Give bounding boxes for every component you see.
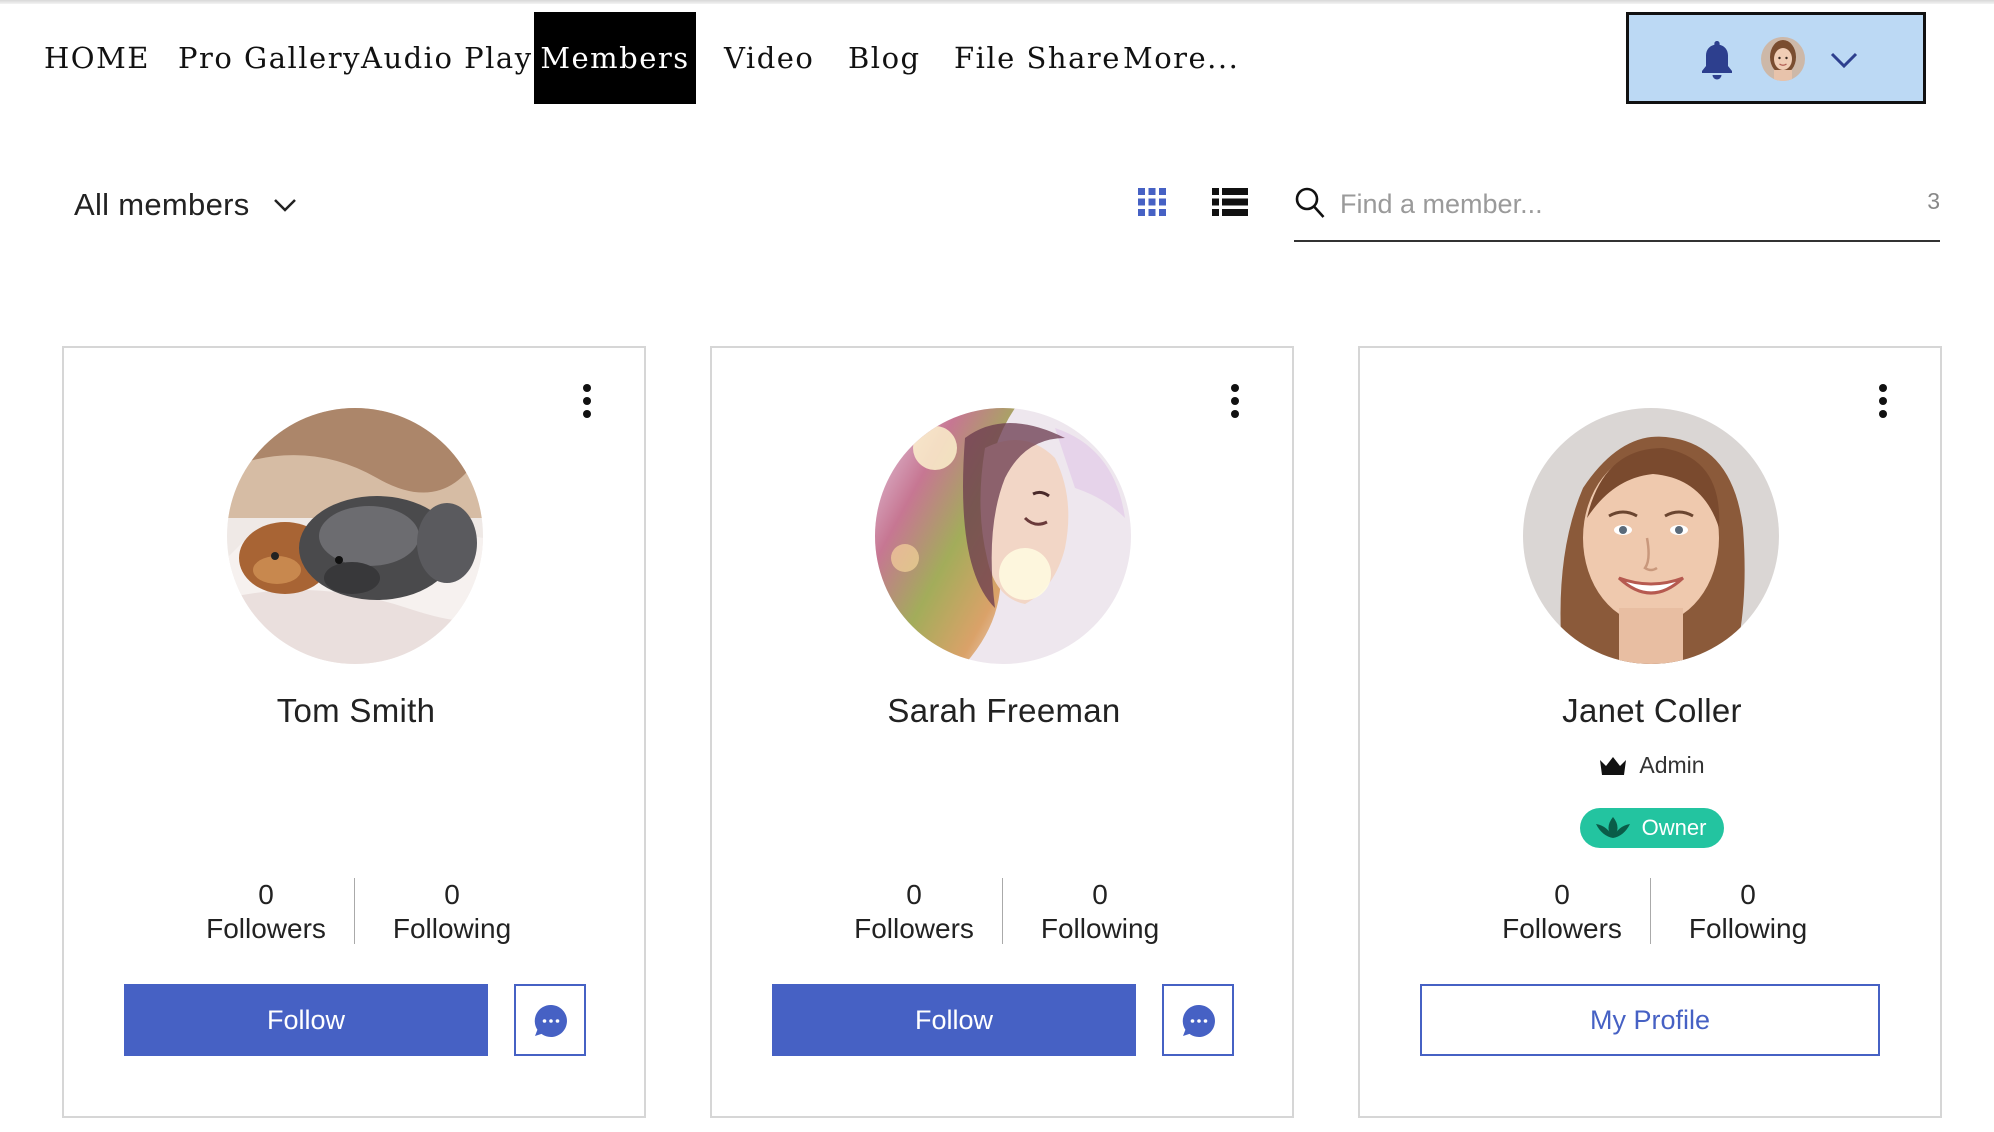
- filter-label: All members: [74, 187, 250, 222]
- followers-stat[interactable]: 0 Followers: [1472, 878, 1652, 946]
- search-input[interactable]: [1340, 180, 1880, 228]
- following-count: 0: [1092, 879, 1108, 910]
- owner-badge: Owner: [1579, 808, 1725, 848]
- search-icon: [1295, 187, 1325, 218]
- my-profile-button[interactable]: My Profile: [1420, 984, 1880, 1056]
- followers-count: 0: [906, 879, 922, 910]
- top-shadow-line: [0, 0, 1994, 4]
- more-options-icon[interactable]: [580, 384, 594, 420]
- followers-stat[interactable]: 0 Followers: [176, 878, 356, 946]
- followers-stat[interactable]: 0 Followers: [824, 878, 1004, 946]
- member-name[interactable]: Tom Smith: [64, 692, 648, 730]
- member-stats: 0 Followers 0 Following: [64, 878, 648, 948]
- stats-divider: [1002, 878, 1003, 944]
- follow-button[interactable]: Follow: [772, 984, 1136, 1056]
- member-count: 3: [1927, 188, 1940, 214]
- members-filter-dropdown[interactable]: All members: [74, 180, 300, 230]
- member-search: 3: [1294, 178, 1940, 242]
- account-menu[interactable]: [1626, 12, 1926, 104]
- followers-label: Followers: [854, 913, 974, 944]
- following-stat[interactable]: 0 Following: [1010, 878, 1190, 946]
- member-stats: 0 Followers 0 Following: [1360, 878, 1944, 948]
- user-avatar[interactable]: [1761, 37, 1805, 81]
- following-label: Following: [1688, 913, 1808, 944]
- bell-icon[interactable]: [1699, 39, 1735, 81]
- member-name[interactable]: Janet Coller: [1360, 692, 1944, 730]
- role-label: Admin: [1639, 752, 1705, 778]
- followers-count: 0: [1554, 879, 1570, 910]
- member-name[interactable]: Sarah Freeman: [712, 692, 1296, 730]
- chat-icon: [534, 1004, 567, 1037]
- member-photo[interactable]: [1523, 408, 1779, 664]
- nav-item-members[interactable]: Members: [534, 12, 696, 104]
- following-label: Following: [392, 913, 512, 944]
- member-photo[interactable]: [227, 408, 483, 664]
- chevron-down-icon: [273, 199, 296, 212]
- member-photo[interactable]: [875, 408, 1131, 664]
- chat-icon: [1182, 1004, 1215, 1037]
- nav-item-pro-gallery[interactable]: Pro Gallery: [178, 12, 361, 104]
- follow-button[interactable]: Follow: [124, 984, 488, 1056]
- member-card: Tom Smith 0 Followers 0 Following Follow: [62, 346, 646, 1118]
- badge-wrap: Owner: [1360, 808, 1944, 848]
- nav-item-home[interactable]: HOME: [44, 12, 150, 104]
- following-count: 0: [1740, 879, 1756, 910]
- followers-label: Followers: [1502, 913, 1622, 944]
- followers-label: Followers: [206, 913, 326, 944]
- following-label: Following: [1040, 913, 1160, 944]
- nav-item-video[interactable]: Video: [724, 12, 814, 104]
- leaf-icon: [1595, 817, 1630, 838]
- grid-view-icon[interactable]: [1136, 186, 1168, 218]
- more-options-icon[interactable]: [1876, 384, 1890, 420]
- chevron-down-icon[interactable]: [1827, 43, 1861, 77]
- member-card: Sarah Freeman 0 Followers 0 Following Fo…: [710, 346, 1294, 1118]
- badge-label: Owner: [1641, 815, 1707, 840]
- member-stats: 0 Followers 0 Following: [712, 878, 1296, 948]
- stats-divider: [354, 878, 355, 944]
- list-view-icon[interactable]: [1212, 186, 1248, 218]
- message-button[interactable]: [1162, 984, 1234, 1056]
- stats-divider: [1650, 878, 1651, 944]
- following-stat[interactable]: 0 Following: [362, 878, 542, 946]
- nav-item-more[interactable]: More...: [1123, 12, 1239, 104]
- nav-item-blog[interactable]: Blog: [848, 12, 921, 104]
- followers-count: 0: [258, 879, 274, 910]
- member-role: Admin: [1360, 752, 1944, 779]
- following-stat[interactable]: 0 Following: [1658, 878, 1838, 946]
- member-card: Janet Coller Admin Owner 0 Followers 0 F…: [1358, 346, 1942, 1118]
- following-count: 0: [444, 879, 460, 910]
- crown-icon: [1600, 756, 1627, 775]
- nav-item-file-share[interactable]: File Share: [954, 12, 1121, 104]
- message-button[interactable]: [514, 984, 586, 1056]
- more-options-icon[interactable]: [1228, 384, 1242, 420]
